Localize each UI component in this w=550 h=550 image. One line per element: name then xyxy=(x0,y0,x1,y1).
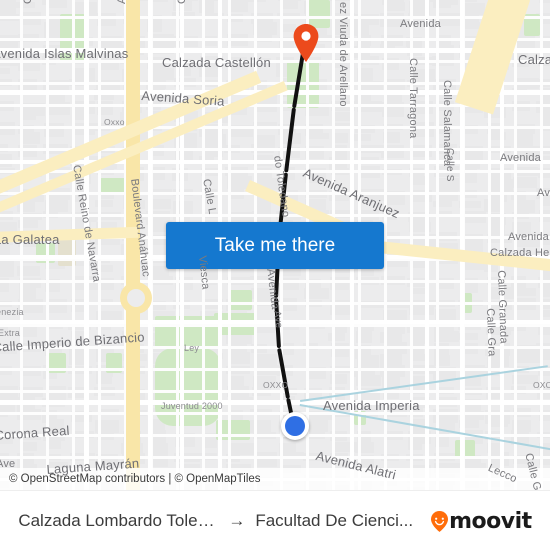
road-segment xyxy=(514,0,517,490)
road-segment xyxy=(0,16,550,19)
moovit-pin-icon xyxy=(431,510,449,532)
street-label: Oxxo xyxy=(104,117,125,127)
street-label: Juventud 2000 xyxy=(161,401,223,411)
trip-arrow-icon: → xyxy=(228,511,246,530)
trip-origin-label: Calzada Lombardo Toledano... xyxy=(18,511,218,530)
street-label: Calle Granada xyxy=(495,270,510,344)
street-label: Ave xyxy=(0,458,16,470)
street-label: Ley xyxy=(184,343,200,353)
street-label: ez Viuda de Arellano xyxy=(337,2,349,107)
moovit-wordmark: moovit xyxy=(449,508,532,534)
road-segment xyxy=(0,38,550,41)
street-label: Calzada He xyxy=(490,247,550,259)
road-segment xyxy=(148,0,152,490)
street-label: Avenida Islas xyxy=(116,0,128,4)
road-segment xyxy=(540,0,543,490)
road-segment xyxy=(0,368,550,371)
street-label: Calle xyxy=(22,0,34,4)
map-canvas[interactable]: Take me there © OpenStreetMap contributo… xyxy=(0,0,550,490)
street-label: Calle Gra xyxy=(484,308,498,357)
street-label: Avenida xyxy=(400,18,441,30)
park-area xyxy=(100,178,126,192)
trip-destination-label: Facultad De Cienci... xyxy=(255,511,414,530)
street-label: La Galatea xyxy=(0,232,60,247)
road-segment xyxy=(98,0,101,490)
street-label: Calzada Castellón xyxy=(162,55,271,70)
origin-dot-core xyxy=(285,416,305,436)
street-label: Calza xyxy=(518,52,550,67)
street-label: Ave xyxy=(271,310,285,329)
street-label: Avenida xyxy=(508,231,549,243)
street-label: Ave xyxy=(537,187,550,199)
road-segment xyxy=(0,126,550,129)
roundabout-inner xyxy=(127,289,145,307)
moovit-map-screen: Take me there © OpenStreetMap contributo… xyxy=(0,0,550,550)
street-label: OXO xyxy=(533,380,550,390)
street-label: OXXO xyxy=(263,380,289,390)
street-label: Avenida xyxy=(500,152,541,164)
street-label: Avenida Islas Malvinas xyxy=(0,46,129,61)
origin-dot[interactable] xyxy=(281,412,309,440)
road-segment xyxy=(0,412,550,415)
street-label: Avenida Imperia xyxy=(323,398,420,413)
road-segment xyxy=(0,390,550,393)
destination-pin[interactable] xyxy=(291,23,321,63)
road-segment xyxy=(72,0,75,490)
street-label: enezia xyxy=(0,307,24,317)
street-label: Calle I xyxy=(176,0,188,4)
road-segment xyxy=(0,400,550,405)
street-label: Extra xyxy=(0,328,21,338)
road-segment xyxy=(436,0,439,490)
trip-footer: Calzada Lombardo Toledano... → Facultad … xyxy=(0,490,550,550)
map-pin-icon xyxy=(293,24,319,62)
park-area xyxy=(228,290,252,310)
moovit-logo[interactable]: moovit xyxy=(431,509,532,534)
attribution-text: © OpenStreetMap contributors | © OpenMap… xyxy=(9,473,261,485)
street-label: Calle S xyxy=(444,148,455,182)
street-label: Calle Tarragona xyxy=(407,58,419,139)
